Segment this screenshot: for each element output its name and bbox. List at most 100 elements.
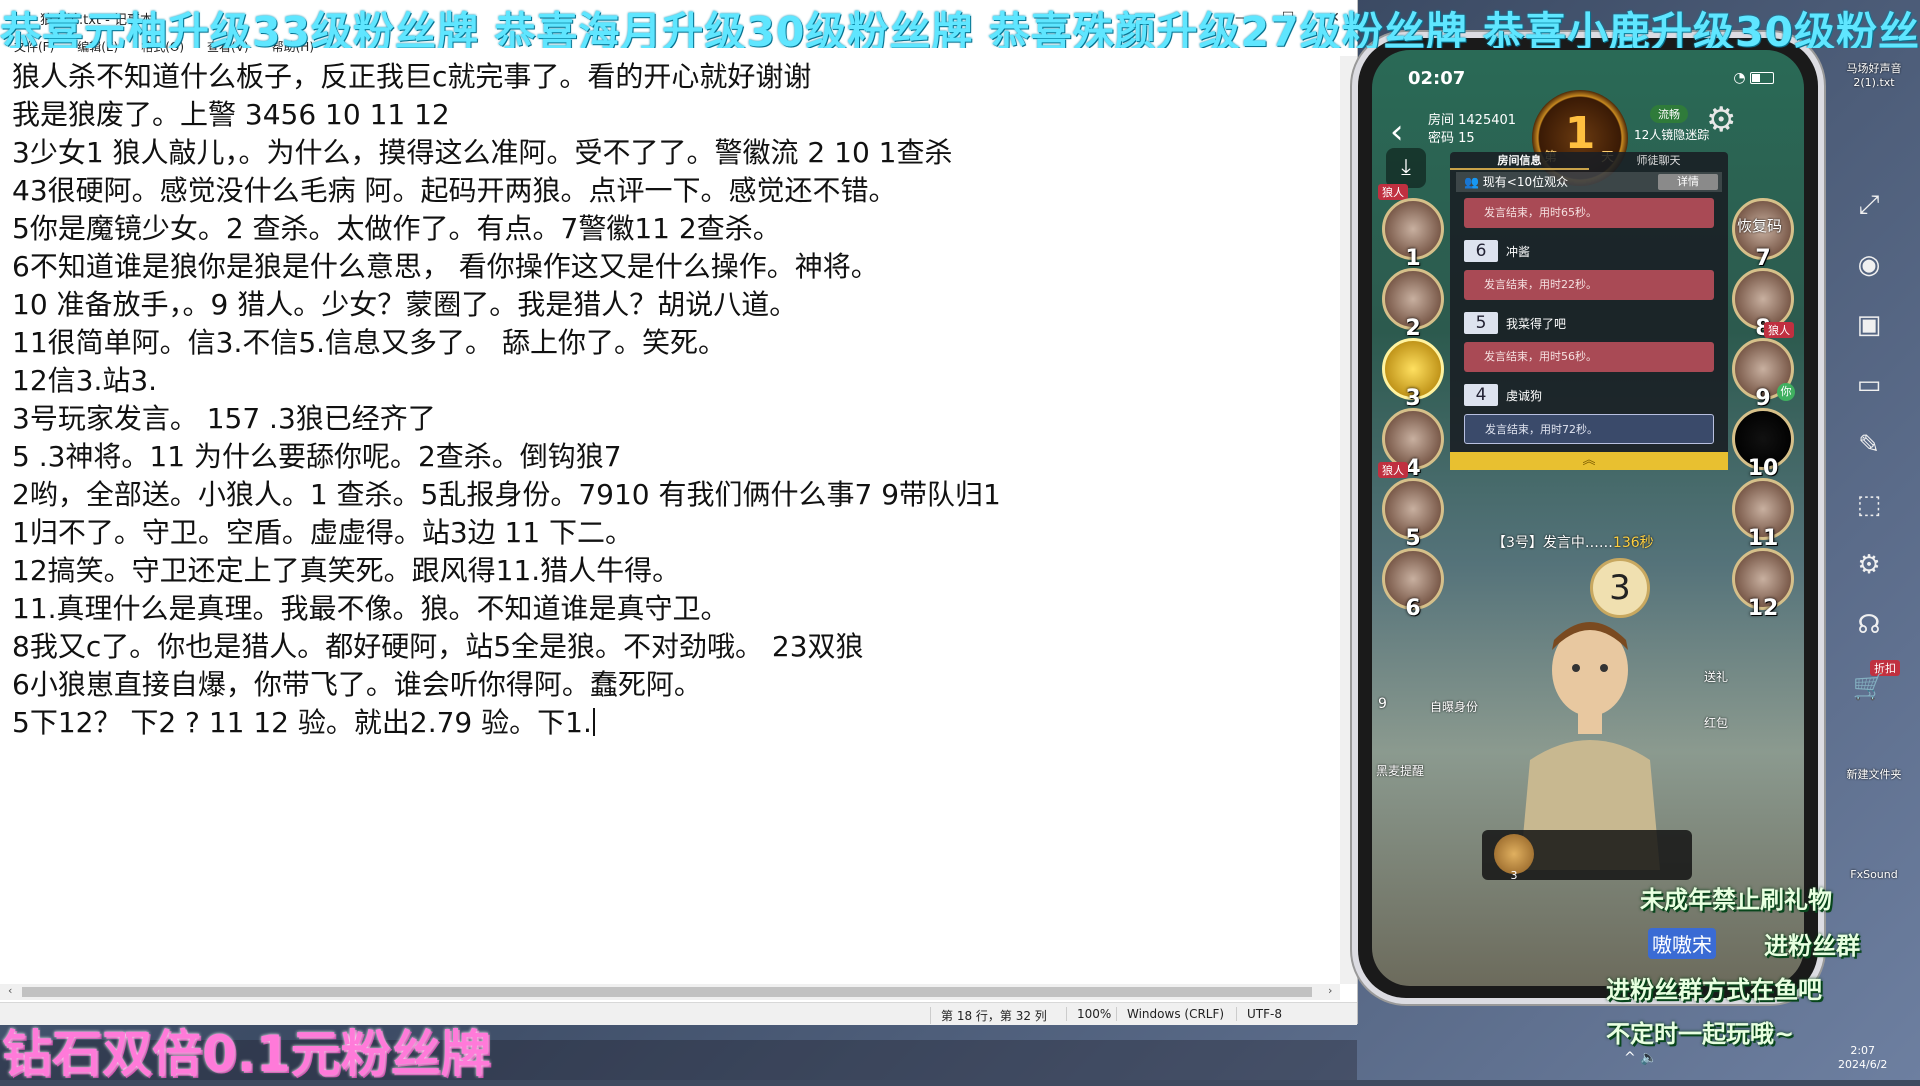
vertical-scrollbar[interactable]: [1340, 56, 1357, 984]
headset-icon[interactable]: ☊: [1846, 610, 1892, 650]
phone-time: 02:07: [1408, 68, 1466, 89]
coin-number: 3: [1510, 869, 1518, 882]
tab-mentor-chat[interactable]: 师徒聊天: [1589, 152, 1728, 170]
tray-arrow-icon[interactable]: ^: [1624, 1050, 1636, 1066]
player-seat[interactable]: 恢复码 7: [1732, 198, 1794, 271]
speaker-row: 6 冲酱: [1464, 240, 1714, 262]
chevron-up-icon[interactable]: ︽: [1450, 452, 1728, 470]
player-seat-speaking[interactable]: 3: [1382, 338, 1444, 411]
text-line: 10 准备放手，。9 猎人。少女？蒙圈了。我是猎人？胡说八道。: [12, 288, 798, 321]
audience-number: 9: [1378, 696, 1387, 712]
network-status: 流畅: [1650, 105, 1688, 123]
coin-icon[interactable]: 3: [1494, 834, 1534, 882]
player-seat[interactable]: 1: [1382, 198, 1444, 271]
back-icon[interactable]: ‹: [1390, 112, 1404, 152]
player-seat[interactable]: 5: [1382, 478, 1444, 551]
zoom-level: 100%: [1066, 1007, 1111, 1021]
audience-bar: 👥 现有<10位观众 详情: [1456, 172, 1722, 192]
taskbar-clock[interactable]: 2:07 2024/6/2: [1838, 1044, 1887, 1072]
text-line: 11.真理什么是真理。我最不像。狼。不知道谁是真守卫。: [12, 592, 729, 625]
horizontal-scrollbar[interactable]: ‹ ›: [0, 984, 1340, 1000]
seat-number: 6: [1405, 596, 1421, 621]
speaker-number: 6: [1464, 240, 1498, 262]
overlay-line-3: 进粉丝群方式在鱼吧: [1606, 976, 1822, 1004]
cart-icon[interactable]: 🛒: [1846, 672, 1892, 712]
text-line: 43很硬阿。感觉没什么毛病 阿。起码开两狼。点评一下。感觉还不错。: [12, 174, 897, 207]
phone-status: ◔: [1733, 70, 1774, 86]
text-line: 1归不了。守卫。空盾。虚虚得。站3边 11 下二。: [12, 516, 634, 549]
mic-remind-button[interactable]: 黑麦提醒: [1376, 762, 1424, 779]
video-icon[interactable]: ▣: [1846, 310, 1892, 350]
restore-code-label: 恢复码: [1737, 217, 1783, 235]
wifi-icon: ◔: [1733, 70, 1746, 86]
text-line: 我是狼废了。上警 3456 10 11 12: [12, 98, 450, 131]
folder-label[interactable]: 新建文件夹: [1830, 766, 1918, 782]
text-line: 2哟，全部送。小狼人。1 查杀。5乱报身份。7910 有我们俩什么事7 9带队归…: [12, 478, 1001, 511]
fan-badge-marquee: 恭喜元柚升级33级粉丝牌 恭喜海月升级30级粉丝牌 恭喜殊颜升级27级粉丝牌 恭…: [0, 8, 1920, 48]
game-rule: 12人镜隐迷踪: [1634, 128, 1710, 142]
speaking-time: 136秒: [1612, 535, 1654, 551]
screen-icon[interactable]: ▭: [1846, 370, 1892, 410]
room-info: 房间 1425401 密码 15: [1428, 112, 1516, 148]
self-reveal-button[interactable]: 自曝身份: [1430, 698, 1478, 715]
text-line-content: 5下12？ 下2 ? 11 12 验。就出2.79 验。下1.: [12, 706, 592, 739]
text-line: 3号玩家发言。 157 .3狼已经齐了: [12, 402, 436, 435]
fxsound-label[interactable]: FxSound: [1830, 868, 1918, 881]
current-speaker-badge: 3: [1590, 558, 1650, 618]
player-seat[interactable]: 4: [1382, 408, 1444, 481]
phone-frame: 02:07 ◔ ‹ 房间 1425401 密码 15 1 第 天 流畅 12人镜…: [1358, 38, 1818, 998]
tray-volume-icon[interactable]: 🔈: [1640, 1050, 1657, 1066]
game-screen: 02:07 ◔ ‹ 房间 1425401 密码 15 1 第 天 流畅 12人镜…: [1372, 50, 1804, 986]
crop-icon[interactable]: ⬚: [1846, 490, 1892, 530]
expand-icon[interactable]: ⤢: [1846, 190, 1892, 230]
player-seat[interactable]: 6: [1382, 548, 1444, 621]
text-line: 12信3.站3.: [12, 364, 158, 397]
scroll-right-icon[interactable]: ›: [1328, 984, 1332, 997]
overlay-line-2: 进粉丝群: [1764, 932, 1860, 960]
speaker-row: 4 虔诚狗: [1464, 384, 1714, 406]
brush-icon[interactable]: ✎: [1846, 430, 1892, 470]
tab-room-info[interactable]: 房间信息: [1450, 152, 1589, 170]
player-seat[interactable]: 12: [1732, 548, 1794, 621]
file-label[interactable]: 马场好声音2(1).txt: [1830, 60, 1918, 89]
panel-tabs: 房间信息 师徒聊天: [1450, 152, 1728, 170]
player-seat-self[interactable]: 9 你: [1732, 338, 1795, 411]
overlay-line-1: 未成年禁止刷礼物: [1640, 886, 1832, 914]
speaking-status: 【3号】发言中……136秒: [1492, 532, 1654, 552]
camera-icon[interactable]: ◉: [1846, 250, 1892, 290]
player-seat[interactable]: 11: [1732, 478, 1794, 551]
settings-icon[interactable]: ⚙: [1846, 550, 1892, 590]
gift-label[interactable]: 送礼: [1704, 668, 1728, 685]
clock-date: 2024/6/2: [1838, 1058, 1888, 1071]
encoding: UTF-8: [1236, 1007, 1282, 1021]
speaking-label: 【3号】发言中……: [1492, 535, 1613, 551]
text-line: 11很简单阿。信3.不信5.信息又多了。 舔上你了。笑死。: [12, 326, 726, 359]
speaker-name: 虔诚狗: [1506, 389, 1543, 403]
text-caret: [592, 708, 595, 736]
player-seat[interactable]: 10: [1732, 408, 1794, 481]
right-sidebar: 马场好声音2(1).txt ⤢ ◉ ▣ ▭ ✎ ⬚ ⚙ ☊ 折扣 🛒 新建文件夹…: [1826, 40, 1920, 1080]
text-line: 8我又c了。你也是猎人。都好硬阿，站5全是狼。不对劲哦。 23双狼: [12, 630, 864, 663]
download-icon[interactable]: ⤓: [1386, 148, 1426, 188]
chat-message: 发言结束，用时56秒。: [1464, 342, 1714, 372]
line-ending: Windows (CRLF): [1116, 1007, 1224, 1021]
player-seat[interactable]: 2: [1382, 268, 1444, 341]
gear-icon[interactable]: ⚙: [1706, 100, 1736, 140]
room-number: 房间 1425401: [1428, 113, 1517, 128]
wolf-tag: 狼人: [1764, 322, 1794, 338]
scrollbar-thumb[interactable]: [22, 987, 1312, 997]
player-seat[interactable]: 8: [1732, 268, 1794, 341]
text-line: 5你是魔镜少女。2 查杀。太做作了。有点。7警徽11 2查杀。: [12, 212, 781, 245]
scroll-left-icon[interactable]: ‹: [8, 984, 12, 997]
detail-button[interactable]: 详情: [1658, 174, 1718, 190]
audience-count: 现有<10位观众: [1482, 175, 1569, 189]
speaker-number: 5: [1464, 312, 1498, 334]
speaker-name: 冲酱: [1506, 245, 1531, 259]
system-tray: ^ 🔈: [1624, 1050, 1658, 1066]
text-editor-area[interactable]: 狼人杀不知道什么板子，反正我巨c就完事了。看的开心就好谢谢 我是狼废了。上警 3…: [12, 58, 1332, 978]
room-info-panel: 房间信息 师徒聊天 👥 现有<10位观众 详情 发言结束，用时65秒。 6 冲酱…: [1450, 152, 1728, 470]
diamond-promo: 钻石双倍0.1元粉丝牌: [2, 1025, 491, 1083]
redpack-label[interactable]: 红包: [1704, 714, 1728, 731]
speaker-row: 5 我菜得了吧: [1464, 312, 1714, 334]
text-line: 狼人杀不知道什么板子，反正我巨c就完事了。看的开心就好谢谢: [12, 60, 812, 93]
